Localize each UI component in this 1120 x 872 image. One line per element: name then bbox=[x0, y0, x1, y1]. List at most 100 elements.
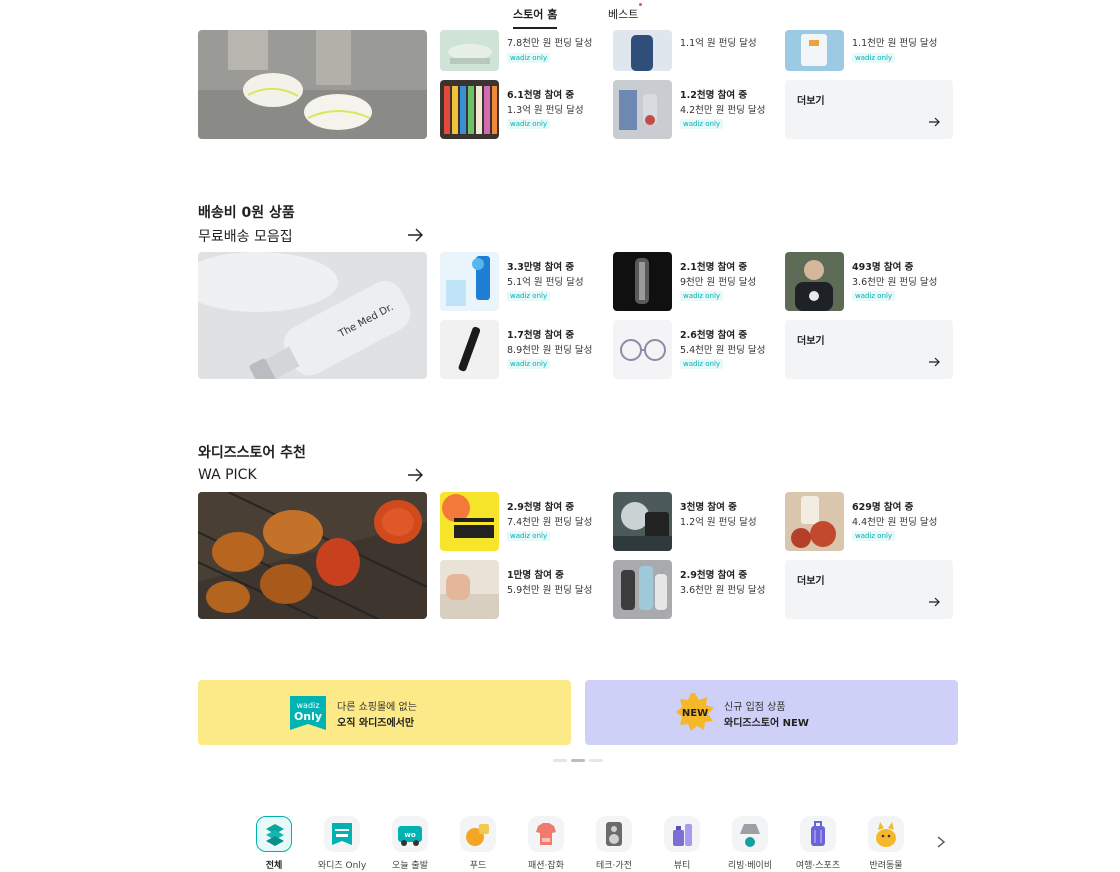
category-all[interactable]: 전체 bbox=[240, 812, 308, 872]
arrow-right-icon[interactable] bbox=[406, 466, 424, 484]
participants-count: 2.1천명 참여 중 bbox=[680, 262, 748, 273]
product-thumbnail bbox=[785, 492, 844, 551]
hero-image-sneakers[interactable] bbox=[198, 30, 427, 139]
funding-amount: 1.1억 원 펀딩 달성 bbox=[680, 38, 757, 49]
more-button[interactable]: 더보기 bbox=[785, 80, 953, 139]
wadiz-only-badge: wadiz only bbox=[507, 53, 551, 63]
product-card[interactable]: 2.9천명 참여 중 3.6천만 원 펀딩 달성 bbox=[613, 560, 781, 619]
product-card[interactable]: 3.3만명 참여 중 5.1억 원 펀딩 달성 wadiz only bbox=[440, 252, 608, 311]
product-card[interactable]: 1만명 참여 중 5.9천만 원 펀딩 달성 bbox=[440, 560, 608, 619]
participants-count: 2.6천명 참여 중 bbox=[680, 330, 748, 341]
section-title: 배송비 0원 상품 bbox=[198, 205, 295, 221]
product-card[interactable]: 2.1천명 참여 중 9천만 원 펀딩 달성 wadiz only bbox=[613, 252, 781, 311]
participants-count: 1만명 참여 중 bbox=[507, 570, 564, 581]
banner-line1: 다른 쇼핑몰에 없는 bbox=[337, 702, 417, 713]
product-thumbnail bbox=[613, 80, 672, 139]
carousel-dot[interactable] bbox=[553, 759, 567, 762]
arrow-right-icon bbox=[929, 597, 940, 607]
section-subtitle[interactable]: WA PICK bbox=[198, 467, 257, 483]
category-wadiz-only[interactable]: 와디즈 Only bbox=[308, 812, 376, 872]
product-card[interactable]: 1.1억 원 펀딩 달성 bbox=[613, 12, 781, 71]
wadiz-only-badge: wadiz only bbox=[852, 291, 896, 301]
wadiz-only-badge: wadiz only bbox=[680, 291, 724, 301]
participants-count: 1.2천명 참여 중 bbox=[680, 90, 748, 101]
funding-amount: 5.4천만 원 펀딩 달성 bbox=[680, 345, 766, 356]
wadiz-only-badge: wadiz only bbox=[507, 119, 551, 129]
product-card[interactable]: 1.7천명 참여 중 8.9천만 원 펀딩 달성 wadiz only bbox=[440, 320, 608, 379]
chevron-right-icon[interactable] bbox=[934, 835, 948, 849]
cosmetics-icon bbox=[664, 816, 700, 852]
arrow-right-icon bbox=[929, 117, 940, 127]
product-card[interactable]: 1.1천만 원 펀딩 달성 wadiz only bbox=[785, 12, 953, 71]
product-thumbnail bbox=[440, 30, 499, 71]
category-beauty[interactable]: 뷰티 bbox=[648, 812, 716, 872]
section-subtitle[interactable]: 무료배송 모음집 bbox=[198, 226, 293, 246]
funding-amount: 7.8천만 원 펀딩 달성 bbox=[507, 38, 593, 49]
hero-image-fried-chicken[interactable] bbox=[198, 492, 427, 619]
category-food[interactable]: 푸드 bbox=[444, 812, 512, 872]
section-title: 와디즈스토어 추천 bbox=[198, 445, 306, 461]
product-thumbnail bbox=[613, 252, 672, 311]
truck-icon: wo bbox=[392, 816, 428, 852]
carousel-dot[interactable] bbox=[589, 759, 603, 762]
wadiz-only-badge: wadiz only bbox=[507, 291, 551, 301]
section-free-shipping: 배송비 0원 상품 무료배송 모음집 The Med Dr. 3.3만명 참여 … bbox=[198, 200, 958, 380]
product-card[interactable]: 493명 참여 중 3.6천만 원 펀딩 달성 wadiz only bbox=[785, 252, 953, 311]
product-thumbnail bbox=[440, 80, 499, 139]
carousel-dot-active[interactable] bbox=[571, 759, 585, 762]
arrow-right-icon[interactable] bbox=[406, 226, 424, 244]
layers-icon bbox=[256, 816, 292, 852]
funding-amount: 9천만 원 펀딩 달성 bbox=[680, 277, 757, 288]
product-card[interactable]: 629명 참여 중 4.4천만 원 펀딩 달성 wadiz only bbox=[785, 492, 953, 551]
category-fashion[interactable]: 패션·잡화 bbox=[512, 812, 580, 872]
truck-icon-text: wo bbox=[404, 831, 415, 839]
product-card[interactable]: 1.2천명 참여 중 4.2천만 원 펀딩 달성 wadiz only bbox=[613, 80, 781, 139]
product-card[interactable]: 2.9천명 참여 중 7.4천만 원 펀딩 달성 wadiz only bbox=[440, 492, 608, 551]
category-living[interactable]: 리빙·베이비 bbox=[716, 812, 784, 872]
more-label: 더보기 bbox=[797, 96, 825, 107]
funding-amount: 3.6천만 원 펀딩 달성 bbox=[852, 277, 938, 288]
participants-count: 629명 참여 중 bbox=[852, 502, 914, 513]
product-card[interactable]: 7.8천만 원 펀딩 달성 wadiz only bbox=[440, 12, 608, 71]
wadiz-only-icon-text-2: Only bbox=[294, 710, 322, 723]
speaker-icon bbox=[596, 816, 632, 852]
suitcase-icon bbox=[800, 816, 836, 852]
funding-amount: 1.1천만 원 펀딩 달성 bbox=[852, 38, 938, 49]
category-travel[interactable]: 여행·스포츠 bbox=[784, 812, 852, 872]
banner-line2: 오직 와디즈에서만 bbox=[337, 718, 415, 729]
funding-amount: 4.2천만 원 펀딩 달성 bbox=[680, 105, 766, 116]
category-label: 리빙·베이비 bbox=[727, 861, 773, 871]
funding-amount: 4.4천만 원 펀딩 달성 bbox=[852, 517, 938, 528]
arrow-right-icon bbox=[929, 357, 940, 367]
participants-count: 1.7천명 참여 중 bbox=[507, 330, 575, 341]
more-button[interactable]: 더보기 bbox=[785, 560, 953, 619]
section-top: 7.8천만 원 펀딩 달성 wadiz only 1.1억 원 펀딩 달성 1.… bbox=[198, 0, 958, 140]
category-label: 반려동물 bbox=[869, 861, 903, 871]
banner-line2: 와디즈스토어 NEW bbox=[724, 718, 809, 729]
more-button[interactable]: 더보기 bbox=[785, 320, 953, 379]
product-thumbnail bbox=[440, 252, 499, 311]
banner-store-new[interactable]: NEW 신규 입점 상품 와디즈스토어 NEW bbox=[585, 680, 958, 745]
category-pets[interactable]: 반려동물 bbox=[852, 812, 920, 872]
hero-image-bottle[interactable]: The Med Dr. bbox=[198, 252, 427, 379]
food-icon bbox=[460, 816, 496, 852]
participants-count: 493명 참여 중 bbox=[852, 262, 914, 273]
banner-wadiz-only[interactable]: wadiz Only 다른 쇼핑몰에 없는 오직 와디즈에서만 bbox=[198, 680, 571, 745]
funding-amount: 5.9천만 원 펀딩 달성 bbox=[507, 585, 593, 596]
product-card[interactable]: 3천명 참여 중 1.2억 원 펀딩 달성 bbox=[613, 492, 781, 551]
product-thumbnail bbox=[613, 560, 672, 619]
carousel-indicator bbox=[553, 759, 609, 763]
wadiz-only-badge: wadiz only bbox=[507, 359, 551, 369]
category-label: 테크·가전 bbox=[596, 861, 632, 871]
product-thumbnail bbox=[440, 560, 499, 619]
funding-amount: 8.9천만 원 펀딩 달성 bbox=[507, 345, 593, 356]
participants-count: 3천명 참여 중 bbox=[680, 502, 737, 513]
pet-icon bbox=[868, 816, 904, 852]
fashion-icon bbox=[528, 816, 564, 852]
product-card[interactable]: 6.1천명 참여 중 1.3억 원 펀딩 달성 wadiz only bbox=[440, 80, 608, 139]
product-card[interactable]: 2.6천명 참여 중 5.4천만 원 펀딩 달성 wadiz only bbox=[613, 320, 781, 379]
category-today-departure[interactable]: wo 오늘 출발 bbox=[376, 812, 444, 872]
new-badge-text: NEW bbox=[682, 708, 708, 719]
category-bar: 전체 와디즈 Only wo 오늘 출발 푸드 패션·잡화 테크·가전 뷰티 리… bbox=[240, 812, 960, 872]
category-tech[interactable]: 테크·가전 bbox=[580, 812, 648, 872]
